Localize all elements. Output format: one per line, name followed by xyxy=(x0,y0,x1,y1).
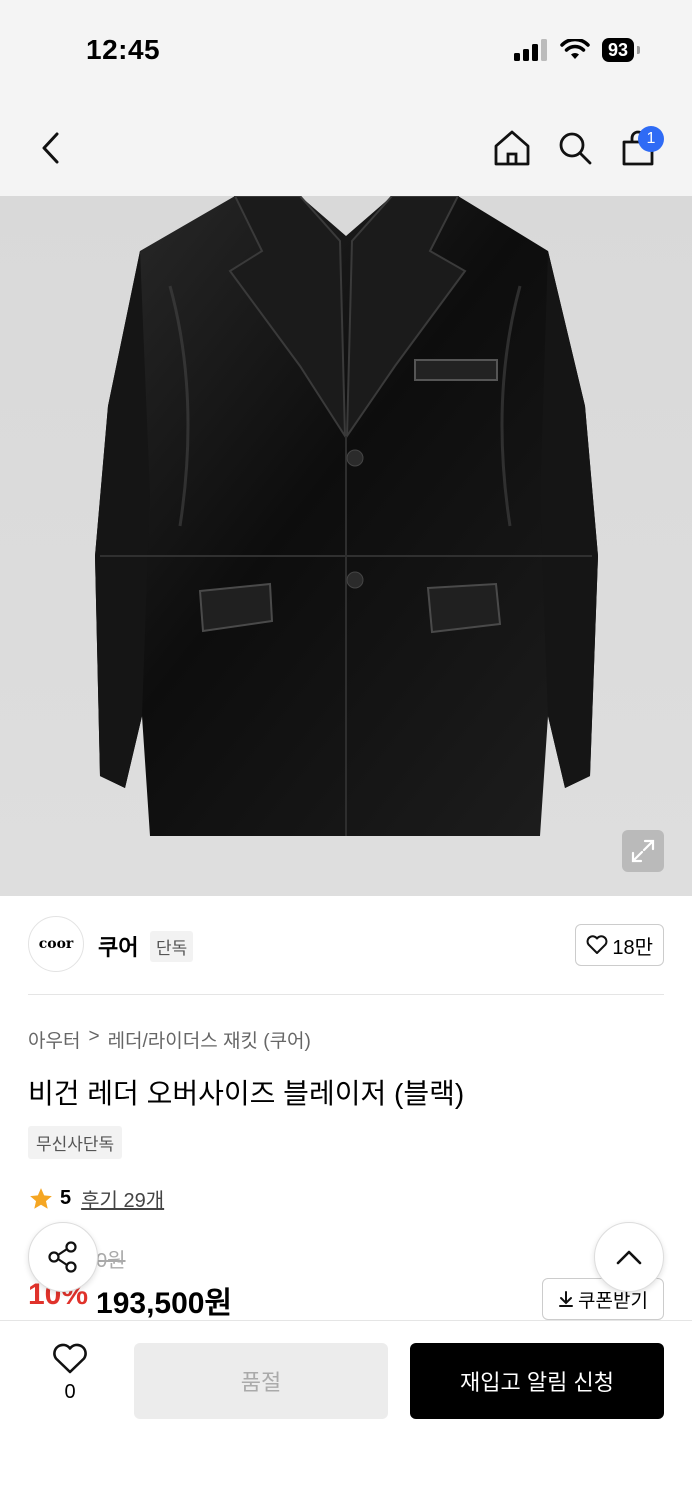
breadcrumb: 아우터 > 레더/라이더스 재킷 (쿠어) xyxy=(28,1026,311,1053)
product-title: 비건 레더 오버사이즈 블레이저 (블랙) xyxy=(28,1078,465,1109)
wish-count: 0 xyxy=(64,1381,76,1403)
share-button[interactable] xyxy=(28,1222,98,1292)
expand-icon xyxy=(631,839,655,863)
nav-bar: 1 xyxy=(0,100,692,196)
brand-row: coor 쿠어 단독 18만 xyxy=(28,916,664,974)
share-icon xyxy=(48,1241,77,1273)
restock-alert-button[interactable]: 재입고 알림 신청 xyxy=(410,1343,664,1419)
chevron-up-icon xyxy=(616,1250,642,1265)
wish-button[interactable]: 0 xyxy=(40,1343,100,1423)
rating-score: 5 xyxy=(60,1187,72,1209)
rating-row: 5 후기 29개 xyxy=(28,1184,164,1213)
original-price: 0원 xyxy=(96,1250,126,1272)
brand-logo[interactable]: coor xyxy=(28,916,84,972)
musinsa-exclusive-tag: 무신사단독 xyxy=(28,1126,123,1159)
brand-like-count: 18만 xyxy=(612,936,653,959)
breadcrumb-category[interactable]: 아우터 xyxy=(28,1026,80,1053)
search-button[interactable] xyxy=(551,124,599,172)
soldout-button: 품절 xyxy=(134,1343,388,1419)
bottom-bar: 0 품절 재입고 알림 신청 xyxy=(0,1320,692,1500)
cart-count-badge: 1 xyxy=(638,126,664,152)
back-button[interactable] xyxy=(26,124,74,172)
home-icon xyxy=(494,130,530,166)
review-count-link[interactable]: 후기 29개 xyxy=(81,1184,164,1213)
breadcrumb-separator: > xyxy=(88,1026,100,1047)
download-icon xyxy=(559,1291,574,1307)
chevron-left-icon xyxy=(42,132,59,164)
exclusive-tag: 단독 xyxy=(150,931,194,962)
sale-price: 193,500원 xyxy=(96,1287,233,1320)
expand-image-button[interactable] xyxy=(622,830,664,872)
cart-button[interactable]: 1 xyxy=(614,124,664,172)
heart-icon xyxy=(586,935,608,954)
brand-like-button[interactable]: 18만 xyxy=(575,924,664,966)
divider xyxy=(28,994,664,995)
product-image[interactable] xyxy=(0,196,692,896)
home-button[interactable] xyxy=(488,124,536,172)
signal-icon xyxy=(513,39,547,61)
status-icons: 93 xyxy=(513,38,641,62)
leather-jacket-image xyxy=(95,196,598,836)
brand-name[interactable]: 쿠어 xyxy=(98,930,138,962)
heart-icon xyxy=(53,1343,87,1374)
status-time: 12:45 xyxy=(86,34,161,65)
wifi-icon xyxy=(560,39,590,59)
search-icon xyxy=(559,132,592,165)
battery-indicator: 93 xyxy=(601,38,641,62)
breadcrumb-subcategory[interactable]: 레더/라이더스 재킷 (쿠어) xyxy=(108,1026,311,1053)
status-bar: 12:45 93 xyxy=(0,0,692,100)
scroll-top-button[interactable] xyxy=(594,1222,664,1292)
star-icon xyxy=(30,1187,52,1209)
